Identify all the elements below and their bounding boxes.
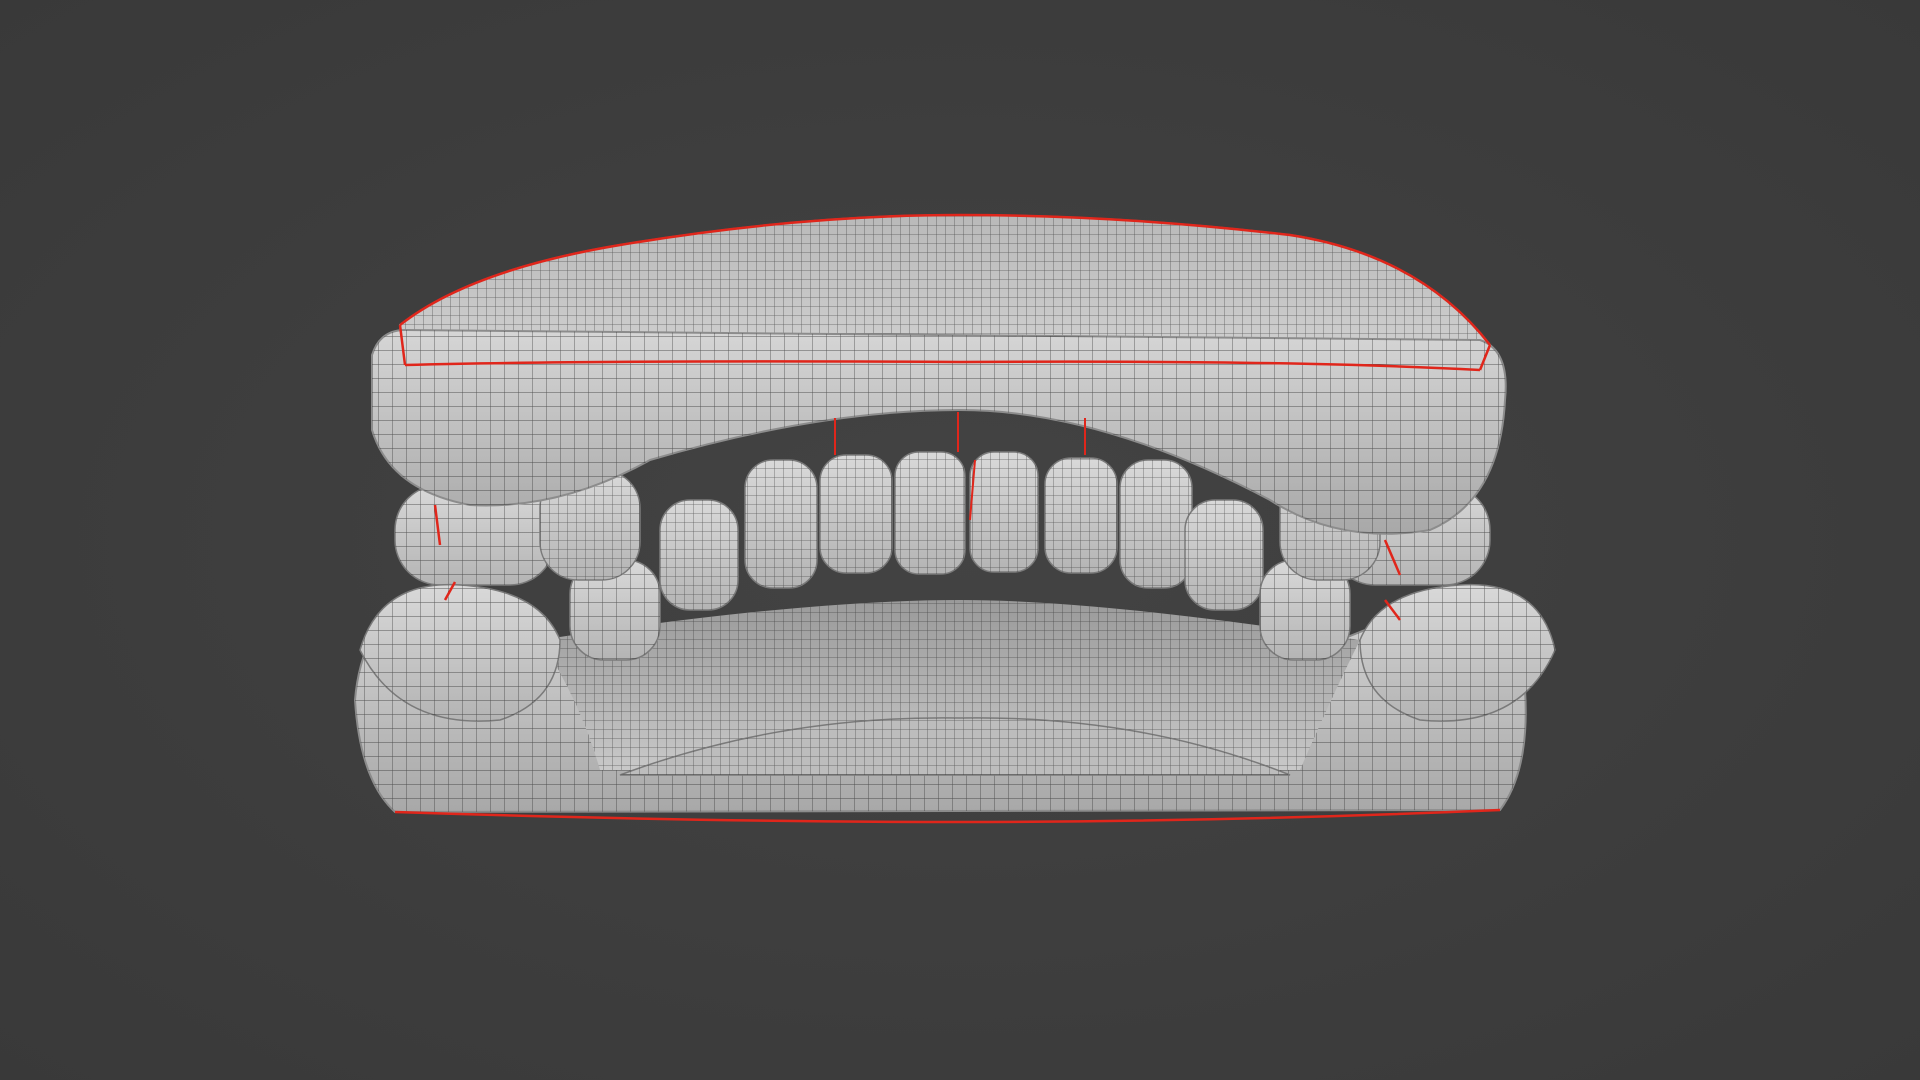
lower-tooth[interactable] [744, 459, 818, 589]
dental-model-mesh-icon[interactable] [0, 0, 1920, 1080]
lower-tooth[interactable] [659, 499, 739, 611]
lower-tooth[interactable] [819, 454, 893, 574]
lower-tooth[interactable] [1184, 499, 1264, 611]
lower-tooth[interactable] [1044, 457, 1118, 574]
lower-tooth[interactable] [894, 451, 966, 575]
3d-viewport[interactable] [0, 0, 1920, 1080]
lower-tooth[interactable] [1119, 459, 1193, 589]
lower-tooth[interactable] [969, 451, 1039, 573]
